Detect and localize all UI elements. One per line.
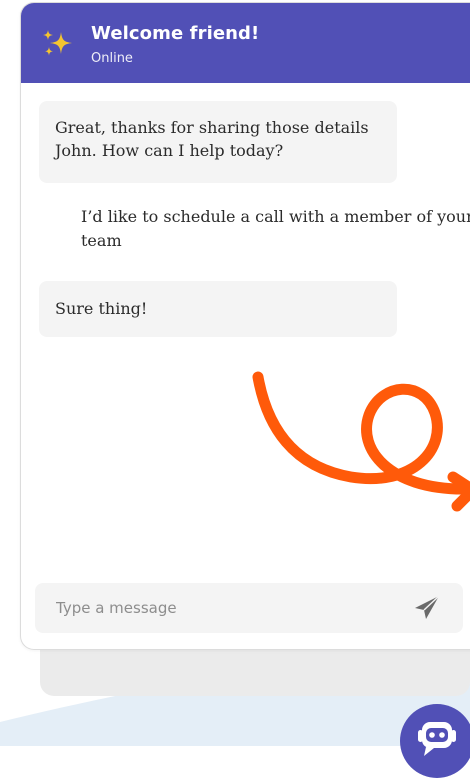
user-message: I’d like to schedule a call with a membe…	[81, 207, 470, 250]
send-icon	[415, 595, 440, 619]
chat-launcher-button[interactable]	[400, 704, 470, 778]
chat-title: Welcome friend!	[91, 23, 260, 44]
online-status: Online	[91, 51, 133, 66]
message-input[interactable]	[35, 583, 405, 633]
bot-message: Sure thing!	[39, 281, 397, 337]
sparkles-icon	[43, 30, 72, 56]
message-composer	[35, 583, 463, 633]
chatbot-icon	[418, 722, 456, 756]
chat-window: Welcome friend! Online Great, thanks for…	[20, 2, 470, 650]
bot-message: Great, thanks for sharing those details …	[39, 101, 397, 183]
send-button[interactable]	[413, 594, 443, 622]
chat-header: Welcome friend! Online	[21, 3, 470, 83]
